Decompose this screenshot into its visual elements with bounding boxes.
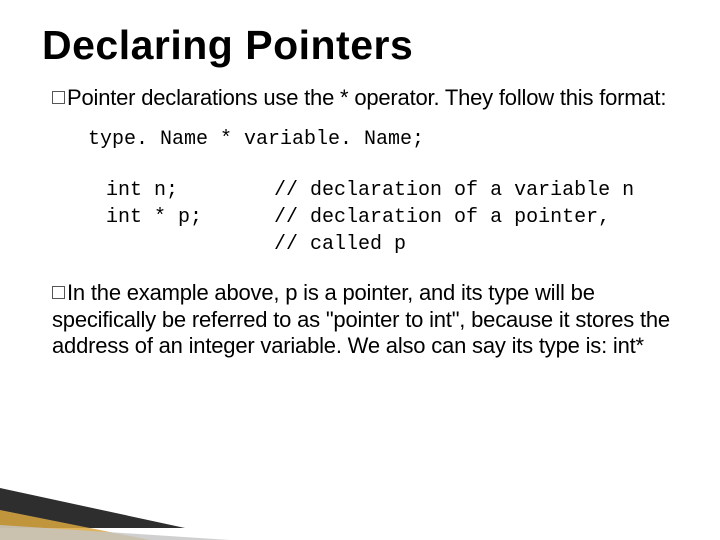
slide-title: Declaring Pointers xyxy=(42,22,678,69)
bullet-2: In the example above, p is a pointer, an… xyxy=(52,280,678,360)
bullet-1-lead: Pointer xyxy=(67,85,135,110)
code-format: type. Name * variable. Name; xyxy=(88,126,678,153)
bullet-1: Pointer declarations use the * operator.… xyxy=(52,85,678,112)
code-example: int n; // declaration of a variable n in… xyxy=(106,177,678,258)
decorative-wedge-icon xyxy=(0,470,230,540)
bullet-2-lead: In xyxy=(67,280,85,305)
bullet-1-rest: declarations use the * operator. They fo… xyxy=(135,85,666,110)
bullet-marker-icon xyxy=(52,286,65,299)
bullet-2-rest: the example above, p is a pointer, and i… xyxy=(52,280,670,359)
slide-body: Pointer declarations use the * operator.… xyxy=(42,85,678,360)
bullet-marker-icon xyxy=(52,91,65,104)
slide: Declaring Pointers Pointer declarations … xyxy=(0,0,720,540)
